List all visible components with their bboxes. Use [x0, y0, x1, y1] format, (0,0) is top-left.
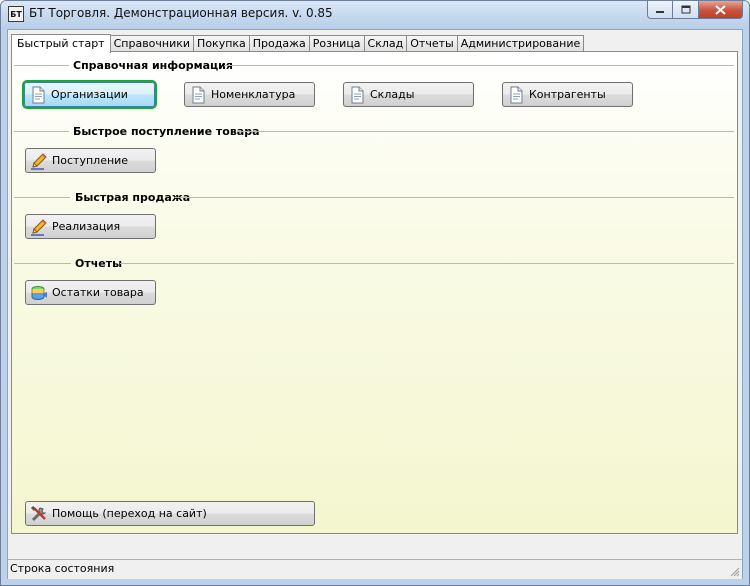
tab-quick-start[interactable]: Быстрый старт [11, 34, 111, 53]
close-button[interactable] [699, 1, 743, 19]
section-title-reference: Справочная информация [73, 59, 233, 72]
section-divider [175, 197, 734, 198]
stock-balance-button-label: Остатки товара [52, 286, 144, 299]
section-divider [14, 65, 69, 66]
receipt-button-label: Поступление [52, 154, 129, 167]
window-title: БТ Торговля. Демонстрационная версия. v.… [29, 6, 333, 20]
client-area: Быстрый старт Справочники Покупка Продаж… [7, 29, 743, 579]
document-icon [510, 86, 523, 103]
title-bar[interactable]: БТ БТ Торговля. Демонстрационная версия.… [1, 1, 749, 29]
nomenclature-button-label: Номенклатура [211, 88, 296, 101]
pencil-icon [31, 152, 47, 170]
help-button[interactable]: Помощь (переход на сайт) [25, 501, 315, 526]
help-button-label: Помощь (переход на сайт) [52, 507, 207, 520]
section-divider [237, 131, 734, 132]
tab-references[interactable]: Справочники [110, 35, 195, 52]
resize-grip-icon[interactable] [730, 567, 740, 577]
pencil-icon [31, 218, 47, 236]
quick-start-panel: Справочная информация Организации Номенк… [11, 51, 738, 534]
warehouses-button-label: Склады [370, 88, 415, 101]
section-divider [14, 197, 70, 198]
section-divider [224, 65, 734, 66]
document-icon [192, 86, 205, 103]
minimize-button[interactable] [647, 1, 673, 19]
section-title-sale: Быстрая продажа [75, 191, 191, 204]
tab-sales[interactable]: Продажа [249, 35, 310, 52]
maximize-button[interactable] [673, 1, 699, 19]
section-title-receipt: Быстрое поступление товара [73, 125, 260, 138]
warehouses-button[interactable]: Склады [343, 82, 474, 107]
section-divider [120, 263, 734, 264]
sale-button-label: Реализация [52, 220, 121, 233]
tab-strip: Быстрый старт Справочники Покупка Продаж… [11, 33, 585, 53]
section-divider [14, 263, 71, 264]
status-text: Строка состояния [10, 562, 115, 575]
database-icon [31, 285, 47, 300]
tab-purchase[interactable]: Покупка [194, 35, 250, 52]
tab-reports[interactable]: Отчеты [407, 35, 458, 52]
document-icon [351, 86, 364, 103]
close-icon [715, 4, 726, 15]
section-divider [14, 131, 69, 132]
sale-button[interactable]: Реализация [25, 214, 156, 239]
app-icon: БТ [8, 6, 24, 22]
section-title-reports: Отчеты [75, 257, 123, 270]
organizations-button-label: Организации [51, 88, 128, 101]
organizations-button[interactable]: Организации [24, 82, 155, 107]
tab-warehouse[interactable]: Склад [364, 35, 408, 52]
document-icon [32, 86, 45, 103]
status-bar: Строка состояния [8, 559, 742, 579]
nomenclature-button[interactable]: Номенклатура [184, 82, 315, 107]
tab-administration[interactable]: Администрирование [457, 35, 585, 52]
caption-buttons [647, 1, 743, 20]
stock-balance-button[interactable]: Остатки товара [25, 280, 156, 305]
tab-retail[interactable]: Розница [309, 35, 365, 52]
app-window: БТ БТ Торговля. Демонстрационная версия.… [0, 0, 750, 586]
minimize-icon [656, 10, 664, 13]
tools-icon [30, 505, 47, 521]
maximize-icon [681, 5, 690, 14]
counterparties-button[interactable]: Контрагенты [502, 82, 633, 107]
counterparties-button-label: Контрагенты [529, 88, 606, 101]
receipt-button[interactable]: Поступление [25, 148, 156, 173]
